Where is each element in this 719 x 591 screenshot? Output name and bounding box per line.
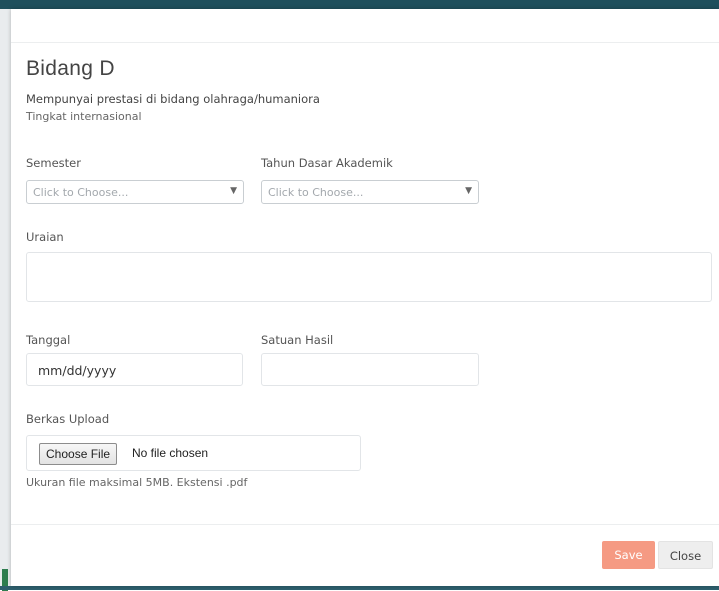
modal-level: Tingkat internasional [26, 110, 142, 123]
tahun-dasar-placeholder: Click to Choose... [268, 186, 364, 199]
semester-label: Semester [26, 156, 81, 170]
modal-header [11, 9, 719, 43]
chevron-down-icon: ▼ [465, 186, 472, 196]
tahun-dasar-label: Tahun Dasar Akademik [261, 156, 393, 170]
modal-dialog: Bidang D Mempunyai prestasi di bidang ol… [11, 9, 719, 586]
uraian-textarea[interactable] [26, 252, 712, 302]
semester-select[interactable]: Click to Choose... ▼ [26, 180, 244, 204]
save-button[interactable]: Save [602, 541, 655, 569]
tanggal-label: Tanggal [26, 333, 71, 347]
uraian-label: Uraian [26, 230, 64, 244]
tanggal-value: mm/dd/yyyy [38, 363, 117, 378]
modal-title: Bidang D [26, 57, 115, 80]
close-button[interactable]: Close [658, 541, 713, 569]
file-status-text: No file chosen [132, 446, 209, 460]
modal-subtitle: Mempunyai prestasi di bidang olahraga/hu… [26, 92, 320, 106]
choose-file-button[interactable]: Choose File [39, 443, 118, 465]
backdrop-top-bar [0, 0, 719, 9]
file-size-hint: Ukuran file maksimal 5MB. Ekstensi .pdf [26, 476, 248, 489]
berkas-upload-label: Berkas Upload [26, 412, 110, 426]
tanggal-date-input[interactable]: mm/dd/yyyy [26, 353, 243, 386]
semester-placeholder: Click to Choose... [33, 186, 129, 199]
satuan-hasil-label: Satuan Hasil [261, 333, 334, 347]
backdrop-left-edge [0, 9, 11, 591]
file-upload-field: Choose File No file chosen [26, 435, 361, 471]
satuan-hasil-input[interactable] [261, 353, 479, 386]
chevron-down-icon: ▼ [230, 186, 237, 196]
tahun-dasar-select[interactable]: Click to Choose... ▼ [261, 180, 479, 204]
